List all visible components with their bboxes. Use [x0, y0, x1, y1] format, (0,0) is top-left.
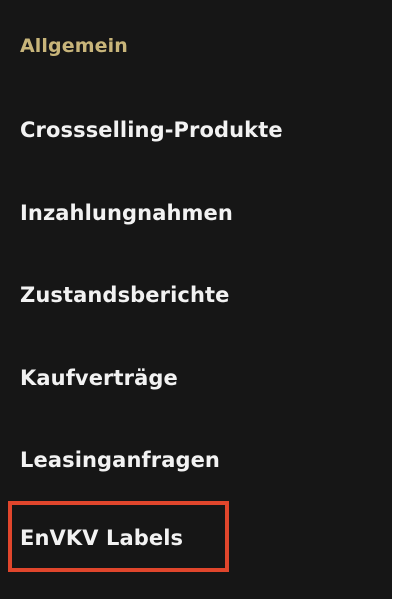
- menu-item-leasinganfragen[interactable]: Leasinganfragen: [20, 440, 220, 480]
- menu-item-zustandsberichte[interactable]: Zustandsberichte: [20, 275, 229, 315]
- settings-sidebar: Allgemein Crossselling-Produkte Inzahlun…: [0, 0, 392, 599]
- menu-item-kaufvertraege[interactable]: Kaufverträge: [20, 358, 178, 398]
- menu-item-crossselling-produkte[interactable]: Crossselling-Produkte: [20, 110, 283, 150]
- menu-item-inzahlungnahmen[interactable]: Inzahlungnahmen: [20, 193, 233, 233]
- menu-item-allgemein[interactable]: Allgemein: [20, 26, 128, 66]
- highlight-box: [8, 501, 229, 572]
